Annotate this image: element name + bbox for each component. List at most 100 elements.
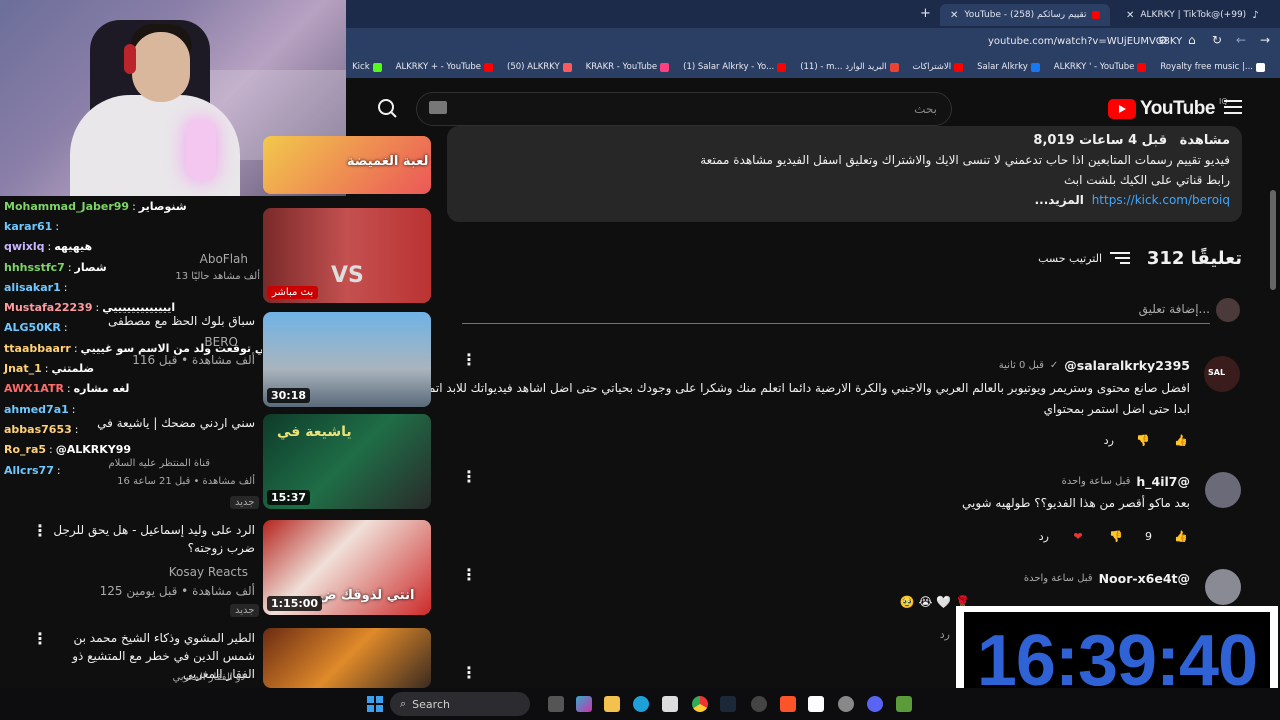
chat-separator: : [63, 280, 68, 294]
video-title[interactable]: الرد على وليد إسماعيل - هل يحق للرجل ضرب… [45, 521, 255, 557]
comment-author-row: قبل ساعة واحدة Noor-x6e4t@ [1024, 571, 1190, 586]
comment-menu-icon[interactable]: ⋮ [461, 665, 477, 681]
video-thumbnail[interactable]: 30:18 [263, 312, 431, 407]
chat-separator: : [95, 301, 100, 315]
video-channel[interactable]: ذو الفقار المغربي [172, 672, 245, 683]
copilot-icon[interactable] [576, 696, 592, 712]
duration: 1:15:00 [267, 596, 323, 611]
reply-button[interactable]: رد [940, 628, 950, 641]
obs-icon[interactable] [751, 696, 767, 712]
chat-separator: : [66, 382, 71, 396]
like-icon[interactable]: 👍 [1172, 527, 1190, 545]
avatar[interactable] [1205, 569, 1241, 605]
chat-username: Mustafa22239 [4, 301, 93, 315]
chat-separator: : [63, 321, 68, 335]
search-placeholder: بحث [914, 102, 937, 116]
video-menu-icon[interactable]: ⋮ [32, 631, 48, 647]
bookmark-item[interactable]: (50) ALKRKY [500, 62, 579, 72]
video-description[interactable]: 8,019 مشاهدة قبل 4 ساعات فيديو تقييم رسم… [447, 126, 1242, 222]
video-thumbnail[interactable] [263, 628, 431, 688]
more-link[interactable]: ...المزيد [1035, 193, 1084, 207]
bookmark-item[interactable]: KRAKR - YouTube [579, 62, 676, 72]
bookmark-item[interactable]: الاشتراكات [906, 62, 971, 72]
close-tab-icon[interactable]: ✕ [1126, 10, 1134, 21]
creator-heart-icon: ❤ [1073, 529, 1083, 543]
bookmark-icon [1137, 62, 1147, 72]
video-thumbnail[interactable]: ياشيعة في 15:37 [263, 414, 431, 509]
windows-start-icon[interactable] [367, 696, 383, 712]
video-thumbnail[interactable]: لعبة الغميضة [263, 136, 431, 194]
video-thumbnail[interactable]: VS بث مباشر [263, 208, 431, 303]
task-view-icon[interactable] [548, 696, 564, 712]
kick-link[interactable]: https://kick.com/beroiq [1092, 193, 1230, 207]
comment-menu-icon[interactable]: ⋮ [461, 469, 477, 485]
avatar[interactable] [1205, 472, 1241, 508]
reply-button[interactable]: رد [1039, 530, 1049, 543]
chat-text: ضلمتني [51, 362, 95, 376]
like-icon[interactable]: 👍 [1172, 431, 1190, 449]
comment-author[interactable]: h_4il7@ [1136, 474, 1190, 489]
minecraft-icon[interactable] [896, 696, 912, 712]
search-button[interactable] [366, 92, 410, 126]
lamp [186, 120, 216, 180]
chat-username: ahmed7a1 [4, 402, 69, 416]
video-channel[interactable]: Kosay Reacts [169, 565, 248, 579]
comment-menu-icon[interactable]: ⋮ [461, 567, 477, 583]
comment-menu-icon[interactable]: ⋮ [461, 352, 477, 368]
avatar[interactable]: SAL [1204, 356, 1240, 392]
dislike-icon[interactable]: 👎 [1107, 527, 1125, 545]
chrome-icon[interactable] [692, 696, 708, 712]
discord-icon[interactable] [867, 696, 883, 712]
upload-time: قبل 4 ساعات [1079, 133, 1168, 148]
brave-icon[interactable] [780, 696, 796, 712]
capcut-icon[interactable] [808, 696, 824, 712]
forward-icon[interactable]: → [1260, 33, 1270, 47]
reply-button[interactable]: رد [1104, 434, 1114, 447]
headset-icon [124, 44, 136, 74]
new-tab-button[interactable]: + [920, 6, 931, 21]
reload-icon[interactable]: ↻ [1212, 33, 1222, 47]
chat-separator: : [71, 402, 76, 416]
dislike-icon[interactable]: 👎 [1134, 431, 1152, 449]
comment-author[interactable]: Noor-x6e4t@ [1099, 571, 1190, 586]
tab-youtube[interactable]: ✕ YouTube - تقييم رسائكم (258) [940, 4, 1110, 26]
bookmark-item[interactable]: Salar Alkrky [970, 62, 1047, 72]
youtube-logo[interactable]: YouTube IQ [1108, 97, 1228, 120]
description-line-2: رابط قناتي على الكيك بلشت ابث [1063, 173, 1230, 187]
search-input[interactable]: بحث [416, 92, 952, 126]
bookmark-item[interactable]: Royalty free music |... [1153, 62, 1272, 72]
bookmark-item[interactable]: ALKRKY + - YouTube [389, 62, 500, 72]
tab-label: ALKRKY | TikTok@(+99) [1140, 10, 1247, 20]
page-scrollbar[interactable] [1270, 190, 1276, 290]
close-tab-icon[interactable]: ✕ [950, 10, 958, 21]
edge-icon[interactable] [633, 696, 649, 712]
add-comment-input[interactable]: إضافة تعليق... [462, 298, 1210, 324]
steam-icon[interactable] [720, 696, 736, 712]
chat-separator: : [67, 260, 72, 274]
bookmark-item[interactable]: ALKRKY ' - YouTube [1047, 62, 1154, 72]
keyboard-icon[interactable] [429, 101, 447, 114]
taskbar-search[interactable]: ⌕ Search [390, 692, 530, 716]
bookmark-item[interactable]: (11) - m... البريد الوارد [793, 62, 905, 72]
bookmark-icon [484, 62, 493, 72]
live-badge: بث مباشر [267, 286, 319, 299]
comment-actions: رد [940, 628, 950, 641]
sort-button[interactable]: الترتيب حسب [1038, 251, 1130, 265]
chat-message: ALG50KR: [0, 318, 262, 338]
video-thumbnail[interactable]: انتي لذوقك ض 1:15:00 [263, 520, 431, 615]
url-text[interactable]: youtube.com/watch?v=WUjEUMVG8KY [988, 36, 1182, 47]
menu-icon[interactable] [1224, 100, 1242, 114]
store-icon[interactable] [662, 696, 678, 712]
chat-text: شنوصاير [138, 199, 187, 213]
tab-tiktok[interactable]: ✕ ALKRKY | TikTok@(+99) ♪ [1116, 4, 1268, 26]
browser-tab-bar: + ✕ YouTube - تقييم رسائكم (258) ✕ ALKRK… [346, 0, 1280, 28]
bookmark-item[interactable]: (1) Salar Alkrky - Yo... [676, 62, 793, 72]
bookmark-item[interactable]: Kick [346, 62, 389, 72]
tune-icon[interactable]: ⚙ [1158, 34, 1168, 47]
file-explorer-icon[interactable] [604, 696, 620, 712]
home-icon[interactable]: ⌂ [1188, 33, 1196, 47]
back-icon[interactable]: ← [1236, 33, 1246, 47]
app-icon[interactable] [838, 696, 854, 712]
comment-author[interactable]: @salaralkrky2395 [1064, 358, 1190, 373]
video-menu-icon[interactable]: ⋮ [32, 523, 48, 539]
